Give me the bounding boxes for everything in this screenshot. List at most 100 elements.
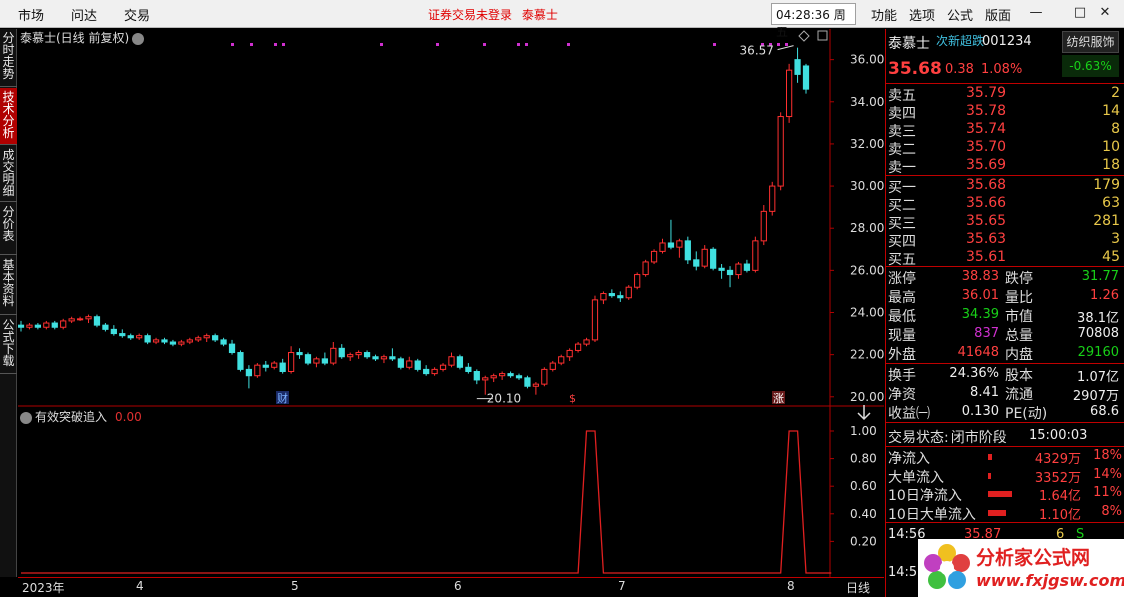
close-icon[interactable]: ✕ [1096, 4, 1114, 22]
bid-row[interactable]: 买二 35.66 63 [888, 195, 1120, 214]
y-tick-label: 20.00 [850, 390, 884, 404]
ask-row[interactable]: 卖四 35.78 14 [888, 103, 1120, 122]
menu-function[interactable]: 功能 [871, 5, 897, 24]
bid-row[interactable]: 买三 35.65 281 [888, 213, 1120, 232]
menu-trade[interactable]: 交易 [124, 5, 150, 24]
ask-label: 卖五 [888, 88, 916, 104]
quote-panel: 泰慕士 次新超跌 001234 纺织服饰 35.68 0.38 1.08% -0… [885, 29, 1124, 597]
candle-body [448, 356, 455, 366]
candle-body [18, 324, 25, 328]
candle-body [26, 324, 33, 328]
current-stock-name: 泰慕士 [521, 8, 558, 22]
stat-value: 0.130 [961, 404, 999, 419]
tab-technical[interactable]: 技术分析 [0, 88, 17, 145]
tab-price-table[interactable]: 分价表 [0, 203, 17, 255]
tab-formula-download[interactable]: 公式下载 [0, 316, 17, 374]
trade-login-status[interactable]: 证券交易未登录 [428, 8, 512, 22]
oscillator-name[interactable]: 有效突破追入 [35, 410, 107, 424]
candle-body [60, 320, 67, 328]
ask-row[interactable]: 卖一 35.69 18 [888, 157, 1120, 176]
flow-label: 大单流入 [888, 469, 944, 486]
maximize-icon[interactable]: □ [1071, 4, 1089, 22]
candle-body [710, 248, 717, 269]
ask-row[interactable]: 卖三 35.74 8 [888, 121, 1120, 140]
bid-row[interactable]: 买一 35.68 179 [888, 177, 1120, 196]
candle-body [743, 263, 751, 271]
stat-label: 股本 [1005, 368, 1033, 384]
period-label[interactable]: 日线 [846, 579, 870, 596]
candle-body [802, 65, 810, 90]
ask-row[interactable]: 卖二 35.70 10 [888, 139, 1120, 158]
menu-formula[interactable]: 公式 [947, 5, 973, 24]
trade-time: 15:00:03 [1029, 428, 1088, 443]
stat-value: 34.39 [961, 307, 999, 322]
industry-button[interactable]: 纺织服饰 [1062, 31, 1119, 53]
stat-label: 换手 [888, 368, 916, 384]
bid-row[interactable]: 买四 35.63 3 [888, 231, 1120, 250]
candle-body [203, 335, 210, 339]
kline-chart[interactable]: 36.00 34.00 32.00 30.00 28.00 26.00 24.00 22.00… [18, 29, 884, 577]
capital-flow-row[interactable]: 净流入 4329万 18% [888, 448, 1122, 467]
capital-flow-row[interactable]: 10日净流入 1.64亿 11% [888, 485, 1122, 504]
candle-body [355, 352, 362, 356]
flow-amount: 3352万 [1034, 470, 1081, 486]
candle-body [136, 335, 143, 339]
menu-options[interactable]: 选项 [909, 5, 935, 24]
flow-pct: 11% [1093, 485, 1122, 500]
candle-body [186, 339, 193, 343]
candle-body [752, 240, 759, 271]
x-label-apr: 4 [136, 579, 144, 593]
menu-wenda[interactable]: 问达 [71, 5, 97, 24]
candle-body [600, 293, 607, 301]
candle-body [786, 69, 793, 118]
flow-amount: 1.10亿 [1039, 507, 1081, 523]
candle-body [169, 341, 177, 345]
candle-body [380, 356, 388, 360]
bid-volume: 63 [1102, 195, 1120, 211]
indicator-options-icon[interactable] [20, 411, 32, 424]
candle-body [566, 349, 573, 358]
candle-body [456, 356, 464, 368]
y-tick-label: 22.00 [850, 348, 884, 362]
candle-body [659, 242, 666, 252]
oscillator-value: 0.00 [115, 410, 142, 424]
tab-basic-info[interactable]: 基本资料 [0, 256, 17, 315]
x-label-aug: 8 [787, 579, 795, 593]
tab-trades[interactable]: 成交明细 [0, 146, 17, 202]
chart-options-icon[interactable] [132, 32, 145, 45]
candle-body [389, 356, 396, 360]
main-chart-title: 泰慕士(日线 前复权) [20, 29, 145, 46]
candle-body [195, 337, 202, 341]
minimize-icon[interactable]: — [1027, 4, 1045, 22]
candle-body [617, 295, 624, 299]
candle-body [634, 274, 641, 288]
bid-row[interactable]: 买五 35.61 45 [888, 249, 1120, 268]
stock-tag[interactable]: 次新超跌 [936, 32, 984, 49]
candle-body [279, 362, 286, 373]
last-price: 35.68 [888, 59, 942, 79]
candle-body [313, 358, 320, 364]
y-tick-label: 36.00 [850, 53, 884, 67]
y-tick-label: 26.00 [850, 263, 884, 277]
stat-value: 68.6 [1090, 404, 1119, 419]
candle-body [43, 322, 50, 328]
ask-row[interactable]: 卖五 35.79 2 [888, 85, 1120, 104]
menu-market[interactable]: 市场 [18, 5, 44, 24]
stat-value: 837 [974, 326, 999, 341]
tab-intraday[interactable]: 分时走势 [0, 29, 17, 87]
y-tick-label: 30.00 [850, 179, 884, 193]
candle-body [423, 368, 430, 375]
candle-body [271, 362, 278, 368]
candle-body [152, 339, 160, 343]
divider [886, 446, 1124, 447]
menu-layout[interactable]: 版面 [985, 5, 1011, 24]
capital-flow-row[interactable]: 10日大单流入 1.10亿 8% [888, 504, 1122, 523]
candle-body [347, 354, 354, 358]
signal-dot [517, 43, 520, 46]
candle-body [228, 343, 236, 354]
capital-flow-row[interactable]: 大单流入 3352万 14% [888, 467, 1122, 486]
chart-area[interactable]: 36.00 34.00 32.00 30.00 28.00 26.00 24.00 22.00… [18, 29, 884, 577]
x-label-jun: 6 [454, 579, 462, 593]
x-label-jul: 7 [618, 579, 626, 593]
divider [886, 522, 1124, 523]
